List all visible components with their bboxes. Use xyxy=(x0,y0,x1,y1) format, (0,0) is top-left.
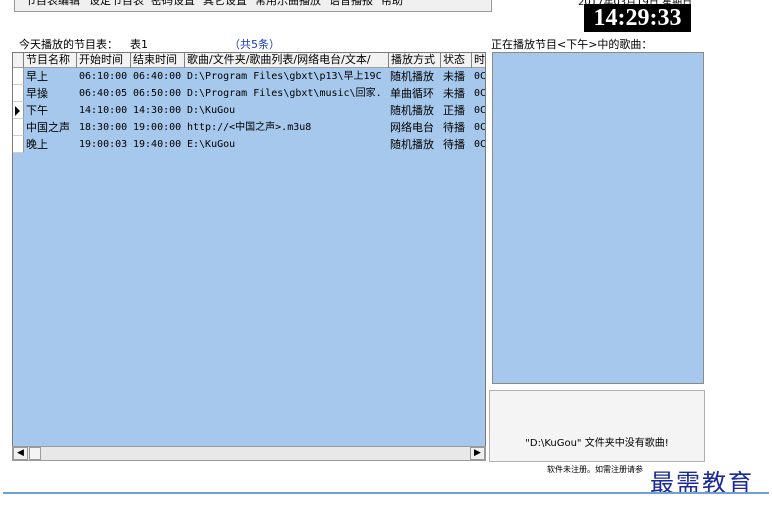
schedule-list[interactable]: 节目名称 开始时间 结束时间 歌曲/文件夹/歌曲列表/网络电台/文本/ 播放方式… xyxy=(12,52,486,460)
menu-item-voice-broadcast[interactable]: 语音播报 xyxy=(329,0,373,8)
row-status: 未播 xyxy=(443,87,465,100)
table-row[interactable]: 晚上 19:00:03 19:40:00 E:\KuGou 随机播放 待播 0C xyxy=(13,136,485,153)
header-start[interactable]: 开始时间 xyxy=(77,53,131,68)
scroll-thumb[interactable] xyxy=(29,447,41,460)
header-status[interactable]: 状态 xyxy=(441,53,472,68)
row-end: 14:30:00 xyxy=(133,105,182,116)
menu-item-set-schedule[interactable]: 设定节目表 xyxy=(89,0,144,8)
menu-item-password[interactable]: 密码设置 xyxy=(151,0,195,8)
menu-bar: 节目表编辑 设定节目表 密码设置 其它设置 常用乐曲播放 语音播报 帮助 xyxy=(14,0,492,12)
row-end: 06:50:00 xyxy=(133,88,182,99)
row-source: D:\KuGou xyxy=(187,105,236,116)
row-extra: 0C xyxy=(474,105,486,116)
row-marker xyxy=(13,85,24,102)
today-table-name: 表1 xyxy=(130,38,148,51)
menu-item-other-settings[interactable]: 其它设置 xyxy=(203,0,247,8)
row-end: 06:40:00 xyxy=(133,71,182,82)
row-start: 18:30:00 xyxy=(79,122,128,133)
row-source: D:\Program Files\gbxt\p13\早上19C xyxy=(187,71,382,82)
digital-clock: 14:29:33 xyxy=(584,4,691,32)
row-end: 19:40:00 xyxy=(133,139,182,150)
registration-info: 软件未注册。如需注册请参 xyxy=(547,465,643,474)
bottom-divider xyxy=(3,492,769,494)
row-source: http://<中国之声>.m3u8 xyxy=(187,122,312,133)
row-extra: 0C xyxy=(474,122,486,133)
row-status: 待播 xyxy=(443,121,465,134)
now-playing-label: 正在播放节目<下午>中的歌曲： xyxy=(491,38,653,51)
menu-item-schedule-edit[interactable]: 节目表编辑 xyxy=(25,0,80,8)
header-marker xyxy=(13,53,24,68)
row-start: 19:00:03 xyxy=(79,139,128,150)
row-start: 06:40:05 xyxy=(79,88,128,99)
header-mode[interactable]: 播放方式 xyxy=(389,53,441,68)
header-source[interactable]: 歌曲/文件夹/歌曲列表/网络电台/文本/ xyxy=(185,53,389,68)
row-status: 未播 xyxy=(443,70,465,83)
no-songs-message: "D:\KuGou" 文件夹中没有歌曲! xyxy=(525,438,669,449)
row-name: 晚上 xyxy=(26,138,48,151)
current-song-list[interactable] xyxy=(492,52,704,384)
row-status: 待播 xyxy=(443,138,465,151)
table-row[interactable]: 早操 06:40:05 06:50:00 D:\Program Files\gb… xyxy=(13,85,485,102)
row-extra: 0C xyxy=(474,88,486,99)
row-status: 正播 xyxy=(443,104,465,117)
header-time[interactable]: 时 xyxy=(472,53,485,68)
row-source: D:\Program Files\gbxt\music\回家. xyxy=(187,88,382,99)
current-row-arrow-icon xyxy=(15,106,20,116)
row-name: 下午 xyxy=(26,104,48,117)
row-mode: 随机播放 xyxy=(390,104,434,117)
row-start: 06:10:00 xyxy=(79,71,128,82)
row-name: 早操 xyxy=(26,87,48,100)
horizontal-scrollbar[interactable]: ◀ ▶ xyxy=(12,446,486,461)
table-row[interactable]: 早上 06:10:00 06:40:00 D:\Program Files\gb… xyxy=(13,68,485,85)
row-marker xyxy=(13,136,24,153)
row-mode: 随机播放 xyxy=(390,138,434,151)
today-schedule-label: 今天播放的节目表： xyxy=(19,38,118,51)
scroll-right-button[interactable]: ▶ xyxy=(470,447,485,460)
row-name: 早上 xyxy=(26,70,48,83)
row-mode: 随机播放 xyxy=(390,70,434,83)
header-end[interactable]: 结束时间 xyxy=(131,53,185,68)
schedule-header: 节目名称 开始时间 结束时间 歌曲/文件夹/歌曲列表/网络电台/文本/ 播放方式… xyxy=(13,53,485,68)
row-marker xyxy=(13,68,24,85)
row-source: E:\KuGou xyxy=(187,139,236,150)
table-row-current[interactable]: 下午 14:10:00 14:30:00 D:\KuGou 随机播放 正播 0C xyxy=(13,102,485,119)
row-marker xyxy=(13,102,24,119)
row-name: 中国之声 xyxy=(26,121,70,134)
row-marker xyxy=(13,119,24,136)
menu-item-common-music[interactable]: 常用乐曲播放 xyxy=(255,0,321,8)
table-row[interactable]: 中国之声 18:30:00 19:00:00 http://<中国之声>.m3u… xyxy=(13,119,485,136)
scroll-left-button[interactable]: ◀ xyxy=(13,447,28,460)
row-extra: 0C xyxy=(474,71,486,82)
row-mode: 网络电台 xyxy=(390,121,434,134)
row-start: 14:10:00 xyxy=(79,105,128,116)
header-name[interactable]: 节目名称 xyxy=(24,53,77,68)
row-mode: 单曲循环 xyxy=(390,87,434,100)
menu-item-help[interactable]: 帮助 xyxy=(381,0,403,8)
message-panel: "D:\KuGou" 文件夹中没有歌曲! xyxy=(489,390,705,462)
row-extra: 0C xyxy=(474,139,486,150)
today-entry-count: （共5条） xyxy=(229,38,280,51)
row-end: 19:00:00 xyxy=(133,122,182,133)
